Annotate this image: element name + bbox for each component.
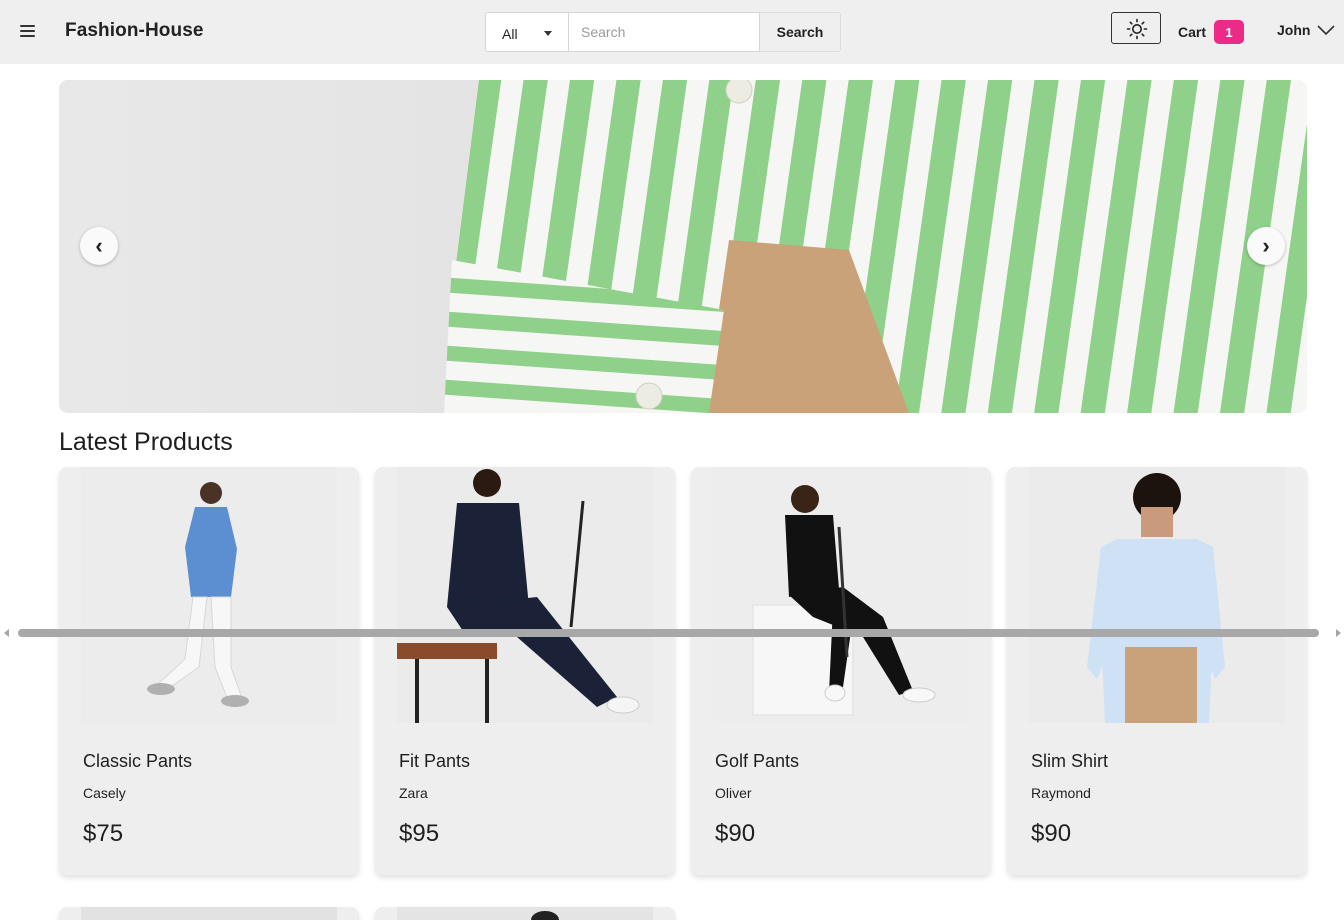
product-card[interactable]: Fit Pants Zara $95 [375, 467, 675, 875]
top-nav: Fashion-House All Search Cart 1 John [0, 0, 1344, 64]
carousel-prev-button[interactable]: ‹ [80, 227, 118, 265]
scroll-left-arrow-icon[interactable] [4, 629, 9, 637]
product-price: $90 [715, 820, 756, 847]
product-image[interactable] [397, 467, 653, 723]
product-card[interactable]: Slim Shirt Raymond $90 [1007, 467, 1307, 875]
product-image[interactable] [81, 907, 337, 920]
product-image[interactable] [397, 907, 653, 920]
section-title: Latest Products [59, 428, 233, 456]
cart-label: Cart [1178, 24, 1207, 40]
cart-link[interactable]: Cart 1 [1178, 20, 1245, 44]
product-name[interactable]: Slim Shirt [1031, 751, 1108, 772]
hero-carousel: ‹ › [59, 80, 1307, 413]
striped-shirt-image [444, 80, 1307, 413]
product-brand: Oliver [715, 785, 752, 801]
product-image[interactable] [81, 467, 337, 723]
product-name[interactable]: Golf Pants [715, 751, 799, 772]
scrollbar-thumb[interactable] [18, 629, 1319, 637]
category-select[interactable]: All [485, 12, 569, 52]
brand-logo[interactable]: Fashion-House [65, 20, 204, 42]
chevron-down-icon [1317, 25, 1336, 36]
search-input[interactable] [569, 12, 760, 52]
product-card[interactable] [375, 907, 675, 920]
product-price: $75 [83, 820, 124, 847]
product-price: $95 [399, 820, 440, 847]
product-price: $90 [1031, 820, 1072, 847]
sun-icon [1126, 18, 1148, 40]
product-name[interactable]: Classic Pants [83, 751, 192, 772]
carousel-next-button[interactable]: › [1247, 227, 1285, 265]
product-image[interactable] [713, 467, 969, 723]
caret-down-icon [544, 31, 552, 36]
product-brand: Raymond [1031, 785, 1091, 801]
theme-toggle-button[interactable] [1111, 12, 1161, 44]
search-button[interactable]: Search [760, 12, 841, 52]
product-image[interactable] [1029, 467, 1285, 723]
product-card[interactable]: Classic Pants Casely $75 [59, 467, 359, 875]
horizontal-scrollbar[interactable] [0, 627, 1344, 640]
product-card[interactable] [59, 907, 359, 920]
user-name: John [1277, 22, 1311, 38]
search-bar: All Search [485, 12, 841, 52]
product-card[interactable]: Golf Pants Oliver $90 [691, 467, 991, 875]
cart-count-badge: 1 [1214, 20, 1245, 44]
product-brand: Casely [83, 785, 126, 801]
menu-icon[interactable] [19, 24, 37, 39]
scroll-right-arrow-icon[interactable] [1336, 629, 1341, 637]
product-name[interactable]: Fit Pants [399, 751, 470, 772]
user-menu[interactable]: John [1277, 22, 1336, 38]
product-brand: Zara [399, 785, 428, 801]
category-select-value: All [502, 26, 518, 42]
